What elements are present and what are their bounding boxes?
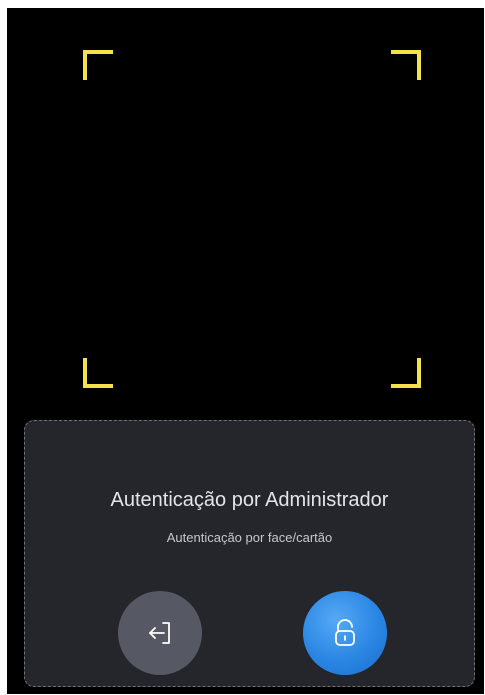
face-frame-top-left-corner (83, 50, 113, 80)
unlock-button[interactable] (303, 591, 387, 675)
exit-icon (142, 615, 178, 651)
exit-button[interactable] (118, 591, 202, 675)
camera-viewport: Autenticação por Administrador Autentica… (7, 8, 484, 694)
panel-title: Autenticação por Administrador (110, 489, 389, 511)
face-frame-bottom-left-corner (83, 358, 113, 388)
panel-subtitle: Autenticação por face/cartão (166, 530, 333, 545)
face-frame-top-right-corner (391, 50, 421, 80)
face-frame-bottom-right-corner (391, 358, 421, 388)
admin-authentication-panel: Autenticação por Administrador Autentica… (24, 420, 475, 687)
unlock-icon (327, 615, 363, 651)
